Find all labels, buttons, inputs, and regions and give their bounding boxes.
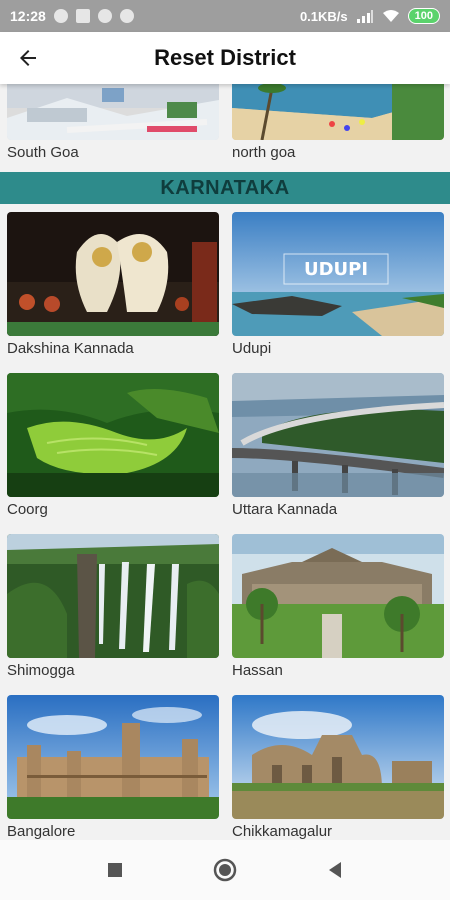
district-label: Chikkamagalur [232,823,333,840]
wifi-icon [382,10,399,22]
status-right: 0.1KB/s 100 [300,8,440,24]
district-label: Shimogga [7,662,75,679]
district-image [7,373,219,497]
udupi-overlay-text: UDUPI [304,259,368,280]
status-bar: 12:28 0.1KB/s 100 [0,0,450,32]
home-button[interactable] [205,850,245,890]
district-image [232,84,444,140]
district-label: South Goa [7,144,79,161]
triangle-left-icon [329,862,341,878]
arrow-left-icon [20,50,36,66]
system-back-button[interactable] [315,850,355,890]
battery-badge: 100 [407,8,440,24]
district-image [232,534,444,658]
district-label: Bangalore [7,823,76,840]
whatsapp-icon [53,9,68,23]
square-icon [108,863,122,877]
district-label: Uttara Kannada [232,501,338,518]
status-time: 12:28 [10,8,46,24]
page-title: Reset District [154,45,296,70]
district-card-chikkamagalur[interactable]: Chikkamagalur [232,695,444,840]
signal-icon [356,10,373,23]
district-card-bangalore[interactable]: Bangalore [7,695,219,840]
district-image: UDUPI [232,212,444,336]
district-card-coorg[interactable]: Coorg [7,373,219,518]
district-card-north-goa[interactable]: north goa [232,84,444,161]
message-icon [75,9,90,23]
district-label: Udupi [232,340,272,357]
system-nav-bar [0,840,450,900]
network-speed: 0.1KB/s [299,8,348,24]
notification-dot-icon [119,9,134,23]
notification-dot-icon [97,9,112,23]
district-label: Hassan [232,662,283,679]
district-card-hassan[interactable]: Hassan [232,534,444,679]
district-label: Coorg [7,501,48,518]
district-label: Dakshina Kannada [7,340,134,357]
district-card-south-goa[interactable]: South Goa [7,84,219,161]
circle-icon [213,858,237,882]
back-button[interactable] [0,32,56,84]
recent-apps-button[interactable] [95,850,135,890]
district-image [7,534,219,658]
section-header-karnataka: KARNATAKA [0,172,450,204]
district-card-udupi[interactable]: UDUPI Udupi [232,212,444,357]
district-card-shimogga[interactable]: Shimogga [7,534,219,679]
district-image [232,373,444,497]
district-image [7,84,219,140]
district-image [7,212,219,336]
district-card-dakshina-kannada[interactable]: Dakshina Kannada [7,212,219,357]
district-label: north goa [232,144,296,161]
app-bar: Reset District [0,32,450,84]
district-image [232,695,444,819]
section-title: KARNATAKA [160,176,290,199]
district-image [7,695,219,819]
district-list[interactable]: South Goa north goa KARNATAKA Dakshina K… [0,84,450,840]
district-card-uttara-kannada[interactable]: Uttara Kannada [232,373,444,518]
